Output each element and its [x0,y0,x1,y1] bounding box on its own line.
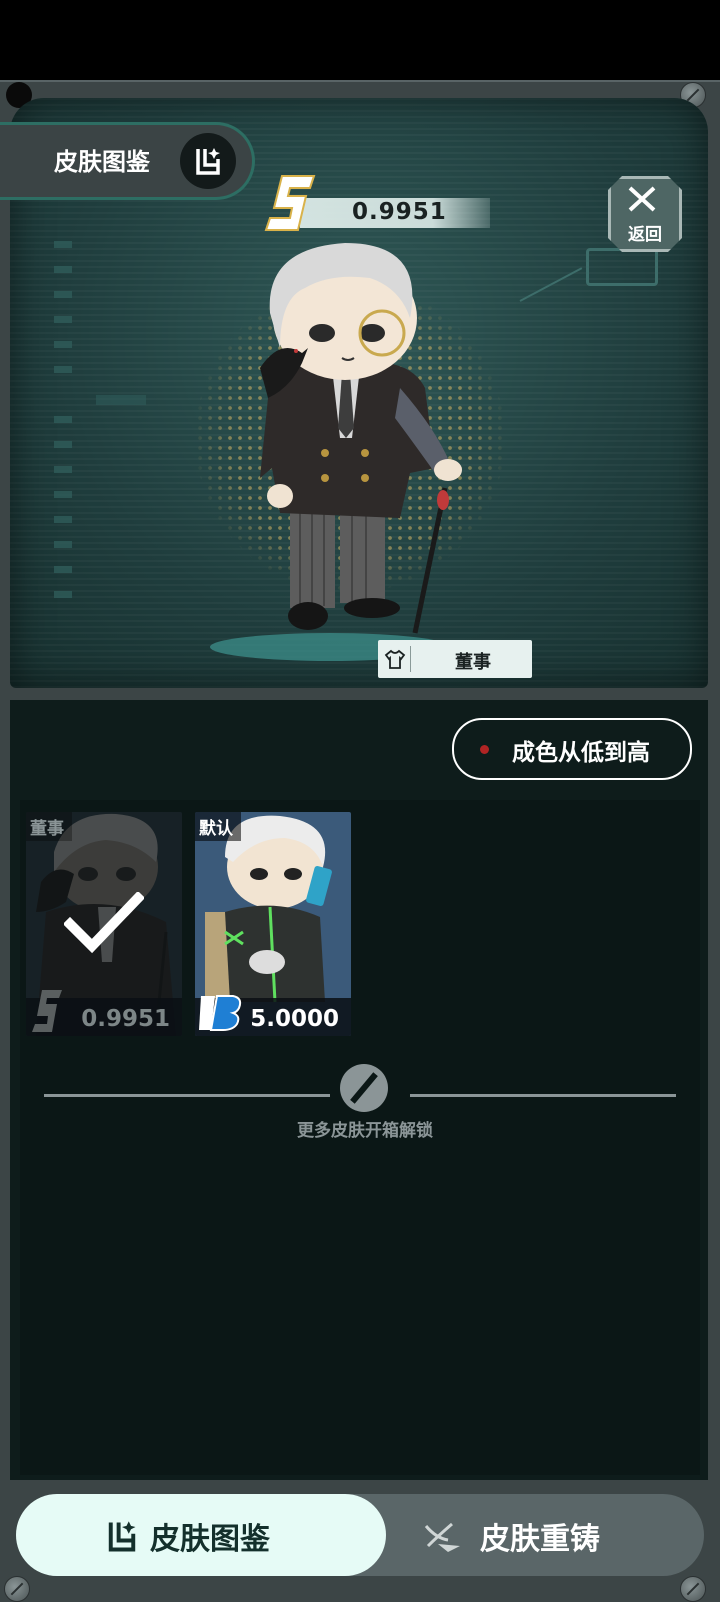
skin-card-name: 董事 [26,812,72,841]
skin-card-value: 0.9951 [81,1006,170,1032]
b-currency-icon [199,995,242,1031]
deco-bar [54,241,72,248]
deco-bar [54,291,72,298]
skin-card-selected[interactable]: 董事 0.9951 [26,812,182,1036]
tab-skin-recast-label[interactable]: 皮肤重铸 [480,1514,600,1558]
checkmark-icon [64,892,144,954]
deco-bar [54,366,72,373]
deco-bar [54,466,72,473]
s-currency-icon [32,990,62,1032]
screw-icon [680,1576,706,1602]
deco-bar [54,266,72,273]
screw-icon [4,1576,30,1602]
sort-indicator-dot [480,745,489,754]
deco-bar [54,341,72,348]
deco-bar [54,516,72,523]
more-skins-hint: 更多皮肤开箱解锁 [297,1121,433,1141]
tag-separator [410,646,411,672]
deco-indicator [96,395,146,405]
deco-bar [54,591,72,598]
deco-bar [54,541,72,548]
skin-card-value: 5.0000 [250,1006,339,1032]
shirt-icon [384,649,406,669]
close-icon [628,186,656,212]
divider-line [410,1094,676,1097]
deco-frame [586,248,658,286]
locked-icon [340,1064,388,1112]
skin-card-name: 默认 [195,812,241,841]
skin-card[interactable]: 默认 5.0000 [195,812,351,1036]
tab-skin-catalog-label: 皮肤图鉴 [150,1522,270,1557]
deco-bar [54,441,72,448]
back-label: 返回 [628,225,662,245]
deco-bar [54,566,72,573]
catalog-icon [180,133,236,189]
deco-bar [54,491,72,498]
skin-name-tag: 董事 [378,640,532,678]
current-skin-value: 0.9951 [352,199,447,225]
catalog-icon [108,1521,136,1552]
character-illustration [260,243,462,634]
deco-bar [54,416,72,423]
deco-bar [54,316,72,323]
divider-line [44,1094,330,1097]
skin-name: 董事 [455,652,491,673]
page-title: 皮肤图鉴 [54,148,150,176]
sort-label: 成色从低到高 [512,740,650,766]
recast-icon[interactable] [418,1516,464,1556]
s-currency-icon [264,175,316,231]
